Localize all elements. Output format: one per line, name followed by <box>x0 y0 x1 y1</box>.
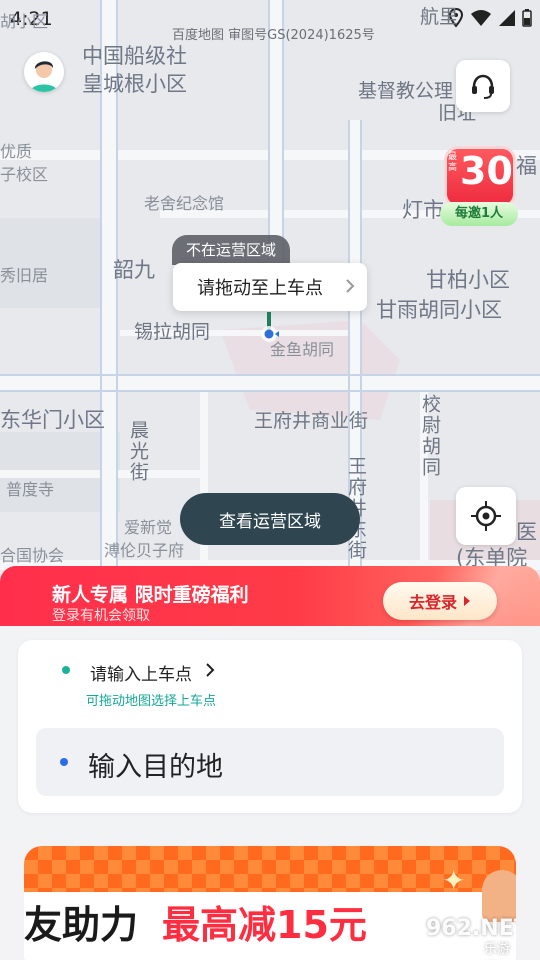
invite-promo-badge[interactable]: 最高 30 每邀1人 <box>440 146 518 230</box>
badge-amount: 30 <box>460 149 513 193</box>
signal-icon <box>499 10 515 26</box>
sparkle-icon: ✦ <box>442 864 466 897</box>
map-label: 灯市 <box>402 198 444 222</box>
map-label: 普度寺 <box>6 480 55 499</box>
map-label: 航里 <box>420 6 459 28</box>
mascot-image <box>482 870 516 922</box>
destination-placeholder: 输入目的地 <box>88 752 223 783</box>
map-label: 医 <box>516 520 537 544</box>
promo-subtitle: 登录有机会领取 <box>52 608 150 624</box>
drag-to-pickup-tip[interactable]: 请拖动至上车点 <box>173 263 367 311</box>
promo-ad-banner[interactable]: 友助力 最高减15元 ✦ 962.NET 乐游网 <box>24 846 516 960</box>
booking-card: 请输入上车点 可拖动地图选择上车点 输入目的地 <box>18 640 522 813</box>
map-label: 老舍纪念馆 <box>144 194 225 213</box>
chevron-right-icon <box>346 279 355 293</box>
battery-icon <box>522 9 532 27</box>
map-label: 皇城根小区 <box>82 72 187 96</box>
headset-icon <box>472 74 494 99</box>
drag-tip-label: 请拖动至上车点 <box>197 278 323 299</box>
map-label: 王府井商业街 <box>254 410 369 432</box>
destination-dot-icon <box>60 758 68 766</box>
destination-input[interactable]: 输入目的地 <box>36 728 504 796</box>
map-label: 中国船级社 <box>82 44 187 68</box>
map-label: 溥伦贝子府 <box>104 541 185 560</box>
map-view[interactable]: 4:21 百度地图 审图号GS(2024)1625号 胡小区 中国船级社 皇城根… <box>0 0 540 600</box>
map-label: 锡拉胡同 <box>134 321 211 343</box>
user-avatar[interactable] <box>24 52 64 92</box>
status-icons <box>448 8 532 28</box>
wifi-icon <box>471 10 491 26</box>
ad-text-highlight: 最高减15元 <box>162 903 367 947</box>
login-button-label: 去登录 <box>408 593 457 612</box>
map-label: 子校区 <box>0 165 49 184</box>
avatar-icon <box>24 52 64 92</box>
badge-sub: 每邀1人 <box>440 202 518 226</box>
map-label: 秀旧居 <box>0 266 49 285</box>
badge-prefix: 最高 <box>448 152 458 173</box>
map-label: 福 <box>516 154 537 178</box>
crosshair-icon <box>471 501 501 531</box>
caret-right-icon <box>464 596 470 606</box>
map-label: 基督教公理 <box>358 80 454 102</box>
ad-text-primary: 友助力 <box>24 903 139 947</box>
map-label: 爱新觉 <box>124 518 173 537</box>
map-label: 东华门小区 <box>0 408 105 432</box>
map-label: 晨光街 <box>127 420 149 483</box>
map-label: 甘雨胡同小区 <box>376 298 502 322</box>
pickup-hint: 可拖动地图选择上车点 <box>86 694 217 709</box>
map-label: 韶九 <box>113 258 155 282</box>
locate-button[interactable] <box>456 487 516 545</box>
login-button[interactable]: 去登录 <box>383 582 497 620</box>
site-watermark-sub: 乐游网 <box>484 942 511 957</box>
promo-title: 新人专属 限时重磅福利 <box>52 584 249 606</box>
view-operating-area-button[interactable]: 查看运营区域 <box>180 493 360 545</box>
pickup-pin-icon <box>261 312 279 342</box>
pickup-input[interactable]: 请输入上车点 <box>90 660 192 685</box>
pickup-dot-icon <box>62 666 70 674</box>
map-label: 优质 <box>0 142 33 161</box>
map-label: 胡小区 <box>0 12 49 31</box>
not-in-area-tip: 不在运营区域 <box>172 235 291 265</box>
customer-service-button[interactable] <box>456 60 510 112</box>
map-label: 甘柏小区 <box>426 268 510 292</box>
map-label: 校尉胡同 <box>419 394 441 478</box>
map-label: 合国协会 <box>0 546 65 565</box>
chevron-right-icon[interactable] <box>205 662 215 678</box>
map-watermark: 百度地图 审图号GS(2024)1625号 <box>172 28 375 43</box>
